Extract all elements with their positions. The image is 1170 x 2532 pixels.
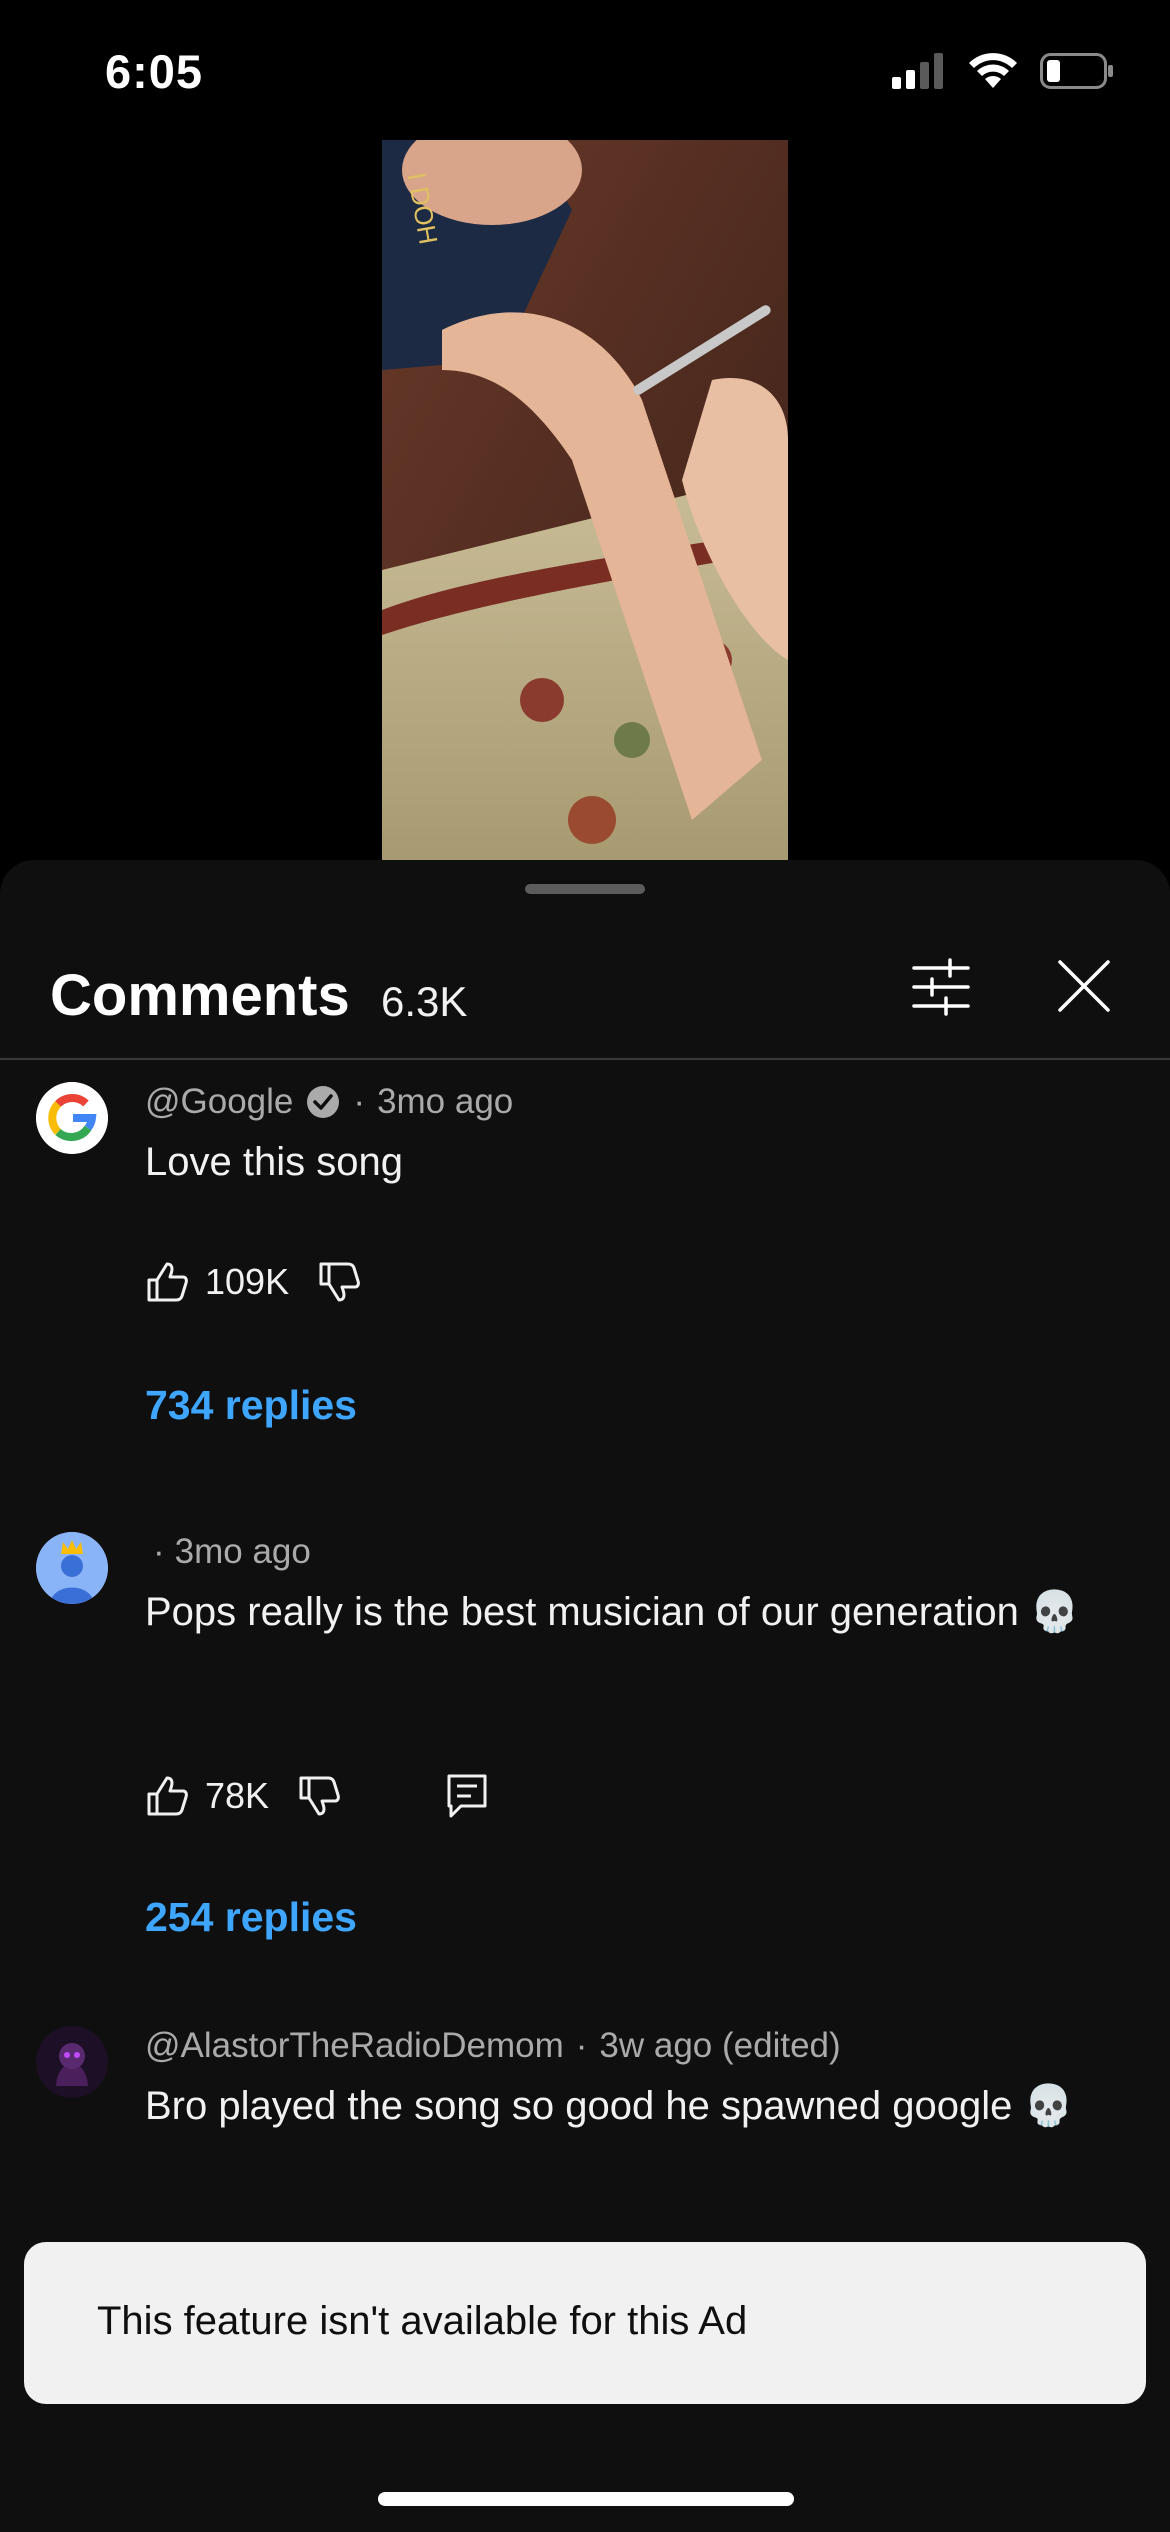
view-replies-link[interactable]: 254 replies — [145, 1894, 357, 1941]
meta-separator: · — [575, 2026, 588, 2065]
comments-header: Comments 6.3K — [0, 930, 1170, 1060]
user-avatar-image — [36, 2026, 108, 2098]
comment-text: Pops really is the best musician of our … — [145, 1590, 1080, 1634]
default-avatar-crown-icon — [36, 1532, 108, 1604]
video-player[interactable]: I DOH — [382, 140, 788, 860]
view-replies-link[interactable]: 734 replies — [145, 1382, 357, 1429]
comments-title: Comments — [50, 963, 350, 1028]
wifi-icon — [969, 53, 1017, 88]
avatar[interactable] — [36, 1532, 108, 1604]
status-bar: 6:05 — [0, 0, 1170, 140]
status-time: 6:05 — [105, 45, 204, 98]
comment-text: Bro played the song so good he spawned g… — [145, 2084, 1074, 2128]
comments-count: 6.3K — [381, 978, 468, 1025]
home-indicator[interactable] — [378, 2492, 794, 2506]
avatar[interactable] — [36, 1082, 108, 1154]
comment-actions: 109K — [145, 1260, 361, 1304]
dislike-thumb-down-icon[interactable] — [297, 1774, 341, 1818]
comment-meta: · 3mo ago — [145, 1532, 311, 1572]
comment-age: 3w ago (edited) — [599, 2026, 841, 2065]
dislike-thumb-down-icon[interactable] — [317, 1260, 361, 1304]
avatar[interactable] — [36, 2026, 108, 2098]
drag-handle[interactable] — [525, 884, 645, 894]
comment-text: Love this song — [145, 1140, 403, 1184]
like-count: 109K — [205, 1261, 290, 1302]
battery-icon — [1040, 53, 1113, 89]
comment-actions: 78K — [145, 1772, 489, 1820]
google-logo-icon — [36, 1082, 108, 1154]
comment-meta: @Google · 3mo ago — [145, 1082, 513, 1122]
filter-sliders-icon[interactable] — [910, 956, 972, 1018]
comment-author[interactable]: @Google — [145, 1082, 293, 1122]
reply-comment-icon[interactable] — [445, 1772, 489, 1820]
video-frame-image: I DOH — [382, 140, 788, 860]
comment-author[interactable]: @AlastorTheRadioDemom — [145, 2026, 564, 2066]
like-thumb-up-icon[interactable] — [145, 1774, 189, 1818]
status-icons — [892, 52, 1114, 90]
comment-age: 3mo ago — [377, 1082, 514, 1121]
close-icon[interactable] — [1054, 956, 1114, 1016]
snackbar-toast: This feature isn't available for this Ad — [24, 2242, 1146, 2404]
cellular-signal-icon — [892, 53, 943, 89]
verified-badge-icon — [307, 1086, 340, 1118]
meta-separator: · — [353, 1082, 366, 1121]
toast-message: This feature isn't available for this Ad — [97, 2299, 748, 2343]
meta-separator: · — [153, 1532, 165, 1571]
comment-meta: @AlastorTheRadioDemom · 3w ago (edited) — [145, 2026, 841, 2066]
like-thumb-up-icon[interactable] — [145, 1260, 189, 1304]
comment-age: 3mo ago — [174, 1532, 311, 1571]
like-count: 78K — [205, 1775, 270, 1816]
